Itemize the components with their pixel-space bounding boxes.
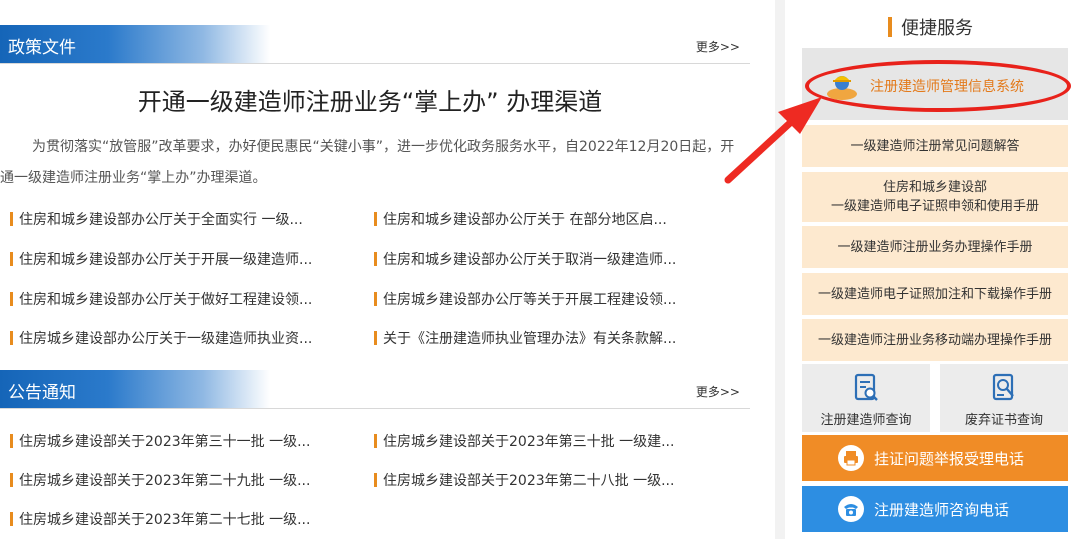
management-system-label[interactable]: 注册建造师管理信息系统 [870, 76, 1024, 96]
e-certificate-manual-label-2[interactable]: 一级建造师电子证照申领和使用手册 [831, 197, 1039, 216]
policy-link[interactable]: 关于《注册建造师执业管理办法》有关条款解... [374, 328, 676, 348]
notice-link-text[interactable]: 住房城乡建设部关于2023年第二十八批 一级... [383, 473, 674, 489]
consult-hotline-button[interactable]: 注册建造师咨询电话 [802, 486, 1068, 532]
main-content: 政策文件 更多>> 开通一级建造师注册业务“掌上办” 办理渠道 为贯彻落实“放管… [0, 0, 775, 539]
registration-manual-button[interactable]: 一级建造师注册业务办理操作手册 [802, 226, 1068, 268]
document-search-icon [854, 373, 878, 401]
notice-divider [0, 408, 750, 409]
bullet-marker [10, 292, 13, 306]
registration-manual-label[interactable]: 一级建造师注册业务办理操作手册 [837, 238, 1032, 257]
certificate-search-icon [992, 373, 1014, 401]
notice-link-text[interactable]: 住房城乡建设部关于2023年第三十一批 一级... [19, 434, 310, 450]
notice-link[interactable]: 住房城乡建设部关于2023年第三十一批 一级... [10, 431, 310, 451]
notice-link[interactable]: 住房城乡建设部关于2023年第三十批 一级建... [374, 431, 674, 451]
management-system-button[interactable]: 注册建造师管理信息系统 [802, 48, 1071, 120]
bullet-marker [10, 212, 13, 226]
service-sidebar: 便捷服务 注册建造师管理信息系统 一级建造师注册常见问题解答 住房和城乡建设部 … [785, 0, 1080, 539]
report-hotline-button[interactable]: 挂证问题举报受理电话 [802, 435, 1068, 481]
notice-more-link[interactable]: 更多>> [696, 383, 740, 400]
printer-icon [838, 445, 864, 471]
notice-section-header: 公告通知 更多>> [0, 370, 750, 410]
bullet-marker [374, 252, 377, 266]
intro-text: 为贯彻落实“放管服”改革要求，办好便民惠民“关键小事”，进一步优化政务服务水平，… [0, 139, 735, 186]
policy-link-text[interactable]: 住房城乡建设部办公厅关于一级建造师执业资... [19, 331, 312, 347]
policy-link[interactable]: 住房城乡建设部办公厅等关于开展工程建设领... [374, 289, 676, 309]
annotation-download-manual-label[interactable]: 一级建造师电子证照加注和下载操作手册 [818, 285, 1052, 304]
policy-link-text[interactable]: 住房和城乡建设部办公厅关于全面实行 一级... [19, 212, 303, 228]
notice-section-title: 公告通知 [8, 383, 76, 403]
mobile-manual-label[interactable]: 一级建造师注册业务移动端办理操作手册 [818, 331, 1052, 350]
policy-link[interactable]: 住房城乡建设部办公厅关于一级建造师执业资... [10, 328, 312, 348]
policy-link-text[interactable]: 关于《注册建造师执业管理办法》有关条款解... [383, 331, 676, 347]
engineer-query-tile[interactable]: 注册建造师查询 [802, 364, 930, 432]
sidebar-title: 便捷服务 [888, 14, 973, 40]
policy-more-link[interactable]: 更多>> [696, 38, 740, 55]
policy-link[interactable]: 住房和城乡建设部办公厅关于全面实行 一级... [10, 209, 303, 229]
bullet-marker [10, 473, 13, 487]
policy-link[interactable]: 住房和城乡建设部办公厅关于取消一级建造师... [374, 249, 676, 269]
policy-section-title: 政策文件 [8, 38, 76, 58]
bullet-marker [374, 212, 377, 226]
bullet-marker [10, 512, 13, 526]
policy-link[interactable]: 住房和城乡建设部办公厅关于 在部分地区启... [374, 209, 667, 229]
bullet-marker [10, 252, 13, 266]
engineer-query-label[interactable]: 注册建造师查询 [802, 409, 930, 428]
policy-link[interactable]: 住房和城乡建设部办公厅关于开展一级建造师... [10, 249, 312, 269]
notice-link[interactable]: 住房城乡建设部关于2023年第二十八批 一级... [374, 470, 674, 490]
policy-link-text[interactable]: 住房和城乡建设部办公厅关于做好工程建设领... [19, 292, 312, 308]
policy-link-text[interactable]: 住房和城乡建设部办公厅关于开展一级建造师... [19, 252, 312, 268]
bullet-marker [374, 434, 377, 448]
faq-button[interactable]: 一级建造师注册常见问题解答 [802, 125, 1068, 167]
report-hotline-label[interactable]: 挂证问题举报受理电话 [874, 448, 1024, 469]
e-certificate-manual-button[interactable]: 住房和城乡建设部 一级建造师电子证照申领和使用手册 [802, 172, 1068, 222]
notice-link[interactable]: 住房城乡建设部关于2023年第二十七批 一级... [10, 509, 310, 529]
faq-label[interactable]: 一级建造师注册常见问题解答 [850, 137, 1019, 156]
worker-avatar-icon [827, 76, 857, 100]
bullet-marker [374, 331, 377, 345]
policy-section-header: 政策文件 更多>> [0, 25, 750, 65]
notice-link-text[interactable]: 住房城乡建设部关于2023年第二十七批 一级... [19, 512, 310, 528]
bullet-marker [374, 292, 377, 306]
bullet-marker [374, 473, 377, 487]
consult-hotline-label[interactable]: 注册建造师咨询电话 [874, 499, 1009, 520]
headline-link[interactable]: 开通一级建造师注册业务“掌上办” 办理渠道 [0, 82, 740, 117]
sidebar-title-text: 便捷服务 [901, 18, 973, 39]
notice-link-text[interactable]: 住房城乡建设部关于2023年第二十九批 一级... [19, 473, 310, 489]
title-marker [888, 17, 892, 37]
policy-link-text[interactable]: 住房和城乡建设部办公厅关于 在部分地区启... [383, 212, 667, 228]
telephone-icon [838, 496, 864, 522]
policy-link-text[interactable]: 住房城乡建设部办公厅等关于开展工程建设领... [383, 292, 676, 308]
annotation-download-manual-button[interactable]: 一级建造师电子证照加注和下载操作手册 [802, 273, 1068, 315]
notice-link-text[interactable]: 住房城乡建设部关于2023年第三十批 一级建... [383, 434, 674, 450]
policy-link-text[interactable]: 住房和城乡建设部办公厅关于取消一级建造师... [383, 252, 676, 268]
mobile-manual-button[interactable]: 一级建造师注册业务移动端办理操作手册 [802, 319, 1068, 361]
revoked-certificate-query-tile[interactable]: 废弃证书查询 [940, 364, 1068, 432]
e-certificate-manual-label-1[interactable]: 住房和城乡建设部 [883, 178, 987, 197]
notice-link[interactable]: 住房城乡建设部关于2023年第二十九批 一级... [10, 470, 310, 490]
bullet-marker [10, 434, 13, 448]
page: 政策文件 更多>> 开通一级建造师注册业务“掌上办” 办理渠道 为贯彻落实“放管… [0, 0, 1080, 539]
policy-divider [0, 63, 750, 64]
policy-link[interactable]: 住房和城乡建设部办公厅关于做好工程建设领... [10, 289, 312, 309]
bullet-marker [10, 331, 13, 345]
revoked-certificate-query-label[interactable]: 废弃证书查询 [940, 409, 1068, 428]
